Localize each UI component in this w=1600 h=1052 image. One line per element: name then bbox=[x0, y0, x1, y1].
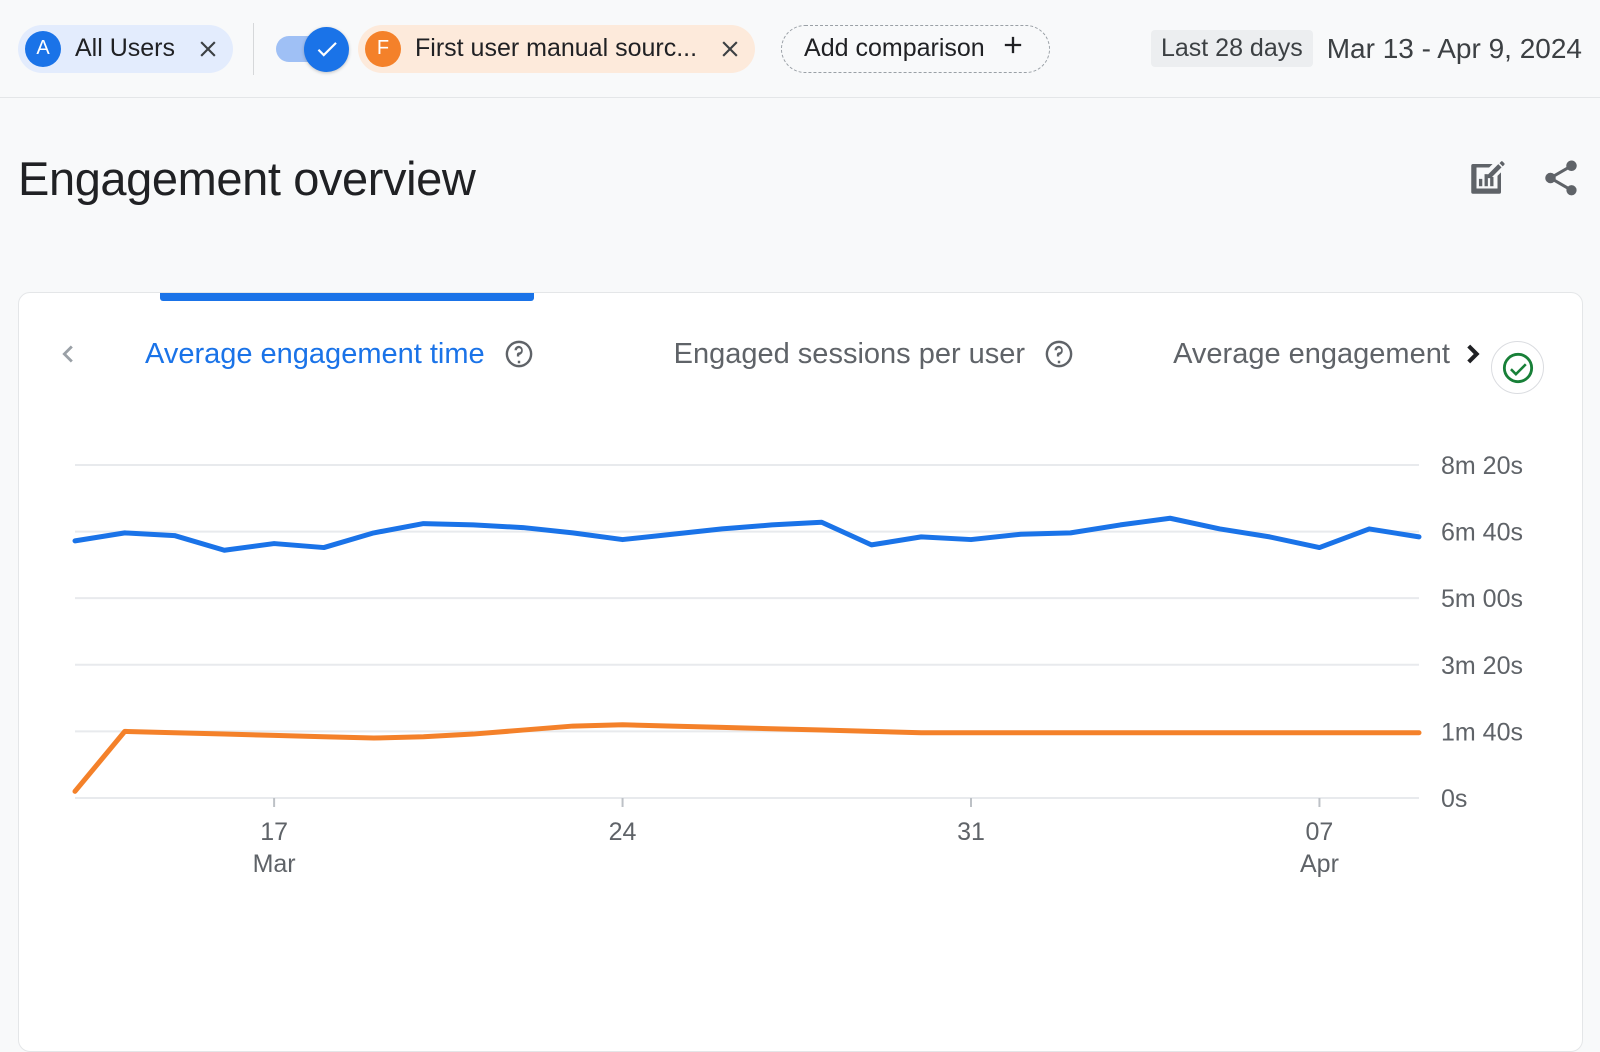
page-title: Engagement overview bbox=[18, 151, 475, 206]
chip-avatar: F bbox=[365, 31, 401, 67]
chevron-left-icon[interactable] bbox=[45, 337, 91, 371]
plus-icon bbox=[999, 31, 1027, 66]
series-line bbox=[75, 725, 1419, 792]
date-preset-badge: Last 28 days bbox=[1151, 30, 1313, 67]
comparison-chip-first-user[interactable]: F First user manual sourc... bbox=[358, 25, 755, 73]
chart-y-axis-labels: 0s 1m 40s 3m 20s 5m 00s 6m 40s 8m 20s bbox=[1441, 452, 1523, 813]
share-icon[interactable] bbox=[1540, 157, 1582, 199]
chart-x-axis-labels: 17 Mar 24 31 07 Apr bbox=[253, 818, 1339, 878]
add-comparison-label: Add comparison bbox=[804, 34, 985, 63]
tab-label: Average engagement time bbox=[145, 338, 485, 371]
chip-avatar: A bbox=[25, 31, 61, 67]
add-comparison-button[interactable]: Add comparison bbox=[781, 25, 1050, 73]
y-axis-tick-label: 6m 40s bbox=[1441, 519, 1523, 547]
tab-label: Average engagement bbox=[1173, 338, 1450, 371]
tab-average-engagement-time[interactable]: Average engagement time bbox=[145, 293, 535, 415]
chart-series-lines bbox=[75, 518, 1419, 791]
x-axis-tick-label: 17 bbox=[260, 818, 288, 846]
y-axis-tick-label: 8m 20s bbox=[1441, 452, 1523, 480]
engagement-line-chart: 0s 1m 40s 3m 20s 5m 00s 6m 40s 8m 20s 17 Mar 24… bbox=[19, 415, 1583, 1052]
page-actions bbox=[1466, 157, 1588, 199]
check-circle-icon[interactable] bbox=[1491, 341, 1544, 394]
chart-x-axis-ticks bbox=[274, 798, 1319, 807]
y-axis-tick-label: 3m 20s bbox=[1441, 652, 1523, 680]
date-range-label: Mar 13 - Apr 9, 2024 bbox=[1327, 33, 1582, 65]
divider bbox=[253, 23, 254, 75]
comparison-bar: A All Users F First user manual sourc...… bbox=[0, 0, 1600, 98]
x-axis-tick-label: 07 bbox=[1306, 818, 1334, 846]
x-axis-tick-label: Mar bbox=[253, 850, 296, 878]
tab-label: Engaged sessions per user bbox=[674, 338, 1025, 371]
chip-label: First user manual sourc... bbox=[415, 34, 697, 63]
comparison-chip-all-users[interactable]: A All Users bbox=[18, 25, 233, 73]
y-axis-tick-label: 1m 40s bbox=[1441, 718, 1523, 746]
chevron-right-icon[interactable] bbox=[1450, 337, 1496, 371]
x-axis-tick-label: 31 bbox=[957, 818, 985, 846]
help-icon[interactable] bbox=[1043, 338, 1075, 370]
close-icon[interactable] bbox=[713, 32, 747, 66]
help-icon[interactable] bbox=[503, 338, 535, 370]
tab-average-engagement[interactable]: Average engagement bbox=[1173, 293, 1450, 415]
x-axis-tick-label: Apr bbox=[1300, 850, 1339, 878]
customize-report-icon[interactable] bbox=[1466, 157, 1508, 199]
chart-svg: 0s 1m 40s 3m 20s 5m 00s 6m 40s 8m 20s 17 Mar 24… bbox=[19, 415, 1583, 1052]
x-axis-tick-label: 24 bbox=[609, 818, 637, 846]
y-axis-tick-label: 5m 00s bbox=[1441, 585, 1523, 613]
comparison-toggle[interactable] bbox=[276, 32, 350, 66]
toggle-knob-check-icon bbox=[304, 27, 349, 72]
tab-engaged-sessions-per-user[interactable]: Engaged sessions per user bbox=[674, 293, 1075, 415]
page-header: Engagement overview bbox=[0, 98, 1600, 258]
date-range-selector[interactable]: Last 28 days Mar 13 - Apr 9, 2024 bbox=[1151, 30, 1584, 67]
chip-label: All Users bbox=[75, 34, 175, 63]
metric-chart-card: Average engagement time Engaged sessions… bbox=[18, 292, 1583, 1052]
y-axis-tick-label: 0s bbox=[1441, 785, 1467, 813]
chart-gridlines bbox=[75, 465, 1419, 798]
series-line bbox=[75, 518, 1419, 550]
close-icon[interactable] bbox=[191, 32, 225, 66]
metric-tabs: Average engagement time Engaged sessions… bbox=[19, 293, 1582, 415]
